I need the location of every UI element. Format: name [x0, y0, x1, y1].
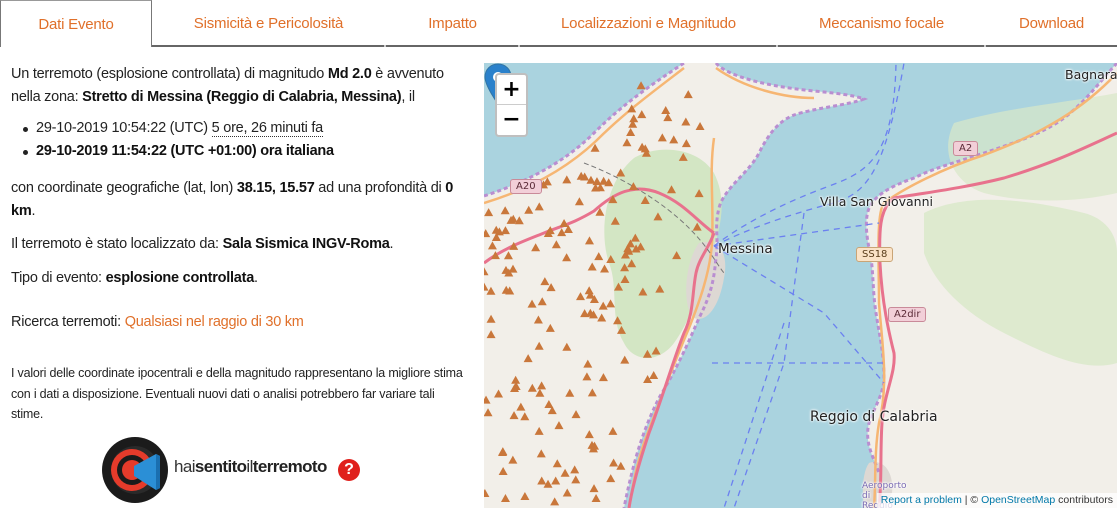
disclaimer-note: I valori delle coordinate ipocentrali e …: [11, 366, 463, 421]
road-shield-a20: A20: [510, 179, 542, 194]
search-label: Ricerca terremoti:: [11, 314, 125, 330]
event-summary: Un terremoto (esplosione controllata) di…: [11, 63, 466, 109]
tab-separator: [518, 45, 520, 47]
report-problem-link[interactable]: Report a problem: [881, 494, 962, 506]
map-tiles[interactable]: [484, 63, 1117, 508]
event-map[interactable]: + − Bagnara Villa San Giovanni Messina R…: [484, 63, 1117, 508]
event-type-paragraph: Tipo di evento: esplosione controllata.: [11, 267, 258, 290]
city-label-bagnara: Bagnara: [1065, 67, 1117, 82]
time-utc-item: 29-10-2019 10:54:22 (UTC) 5 ore, 26 minu…: [23, 117, 334, 140]
attribution-text: contributors: [1055, 494, 1113, 506]
road-shield-a2dir: A2dir: [888, 307, 927, 322]
city-label-villa-san-giovanni: Villa San Giovanni: [820, 194, 934, 209]
time-local: 29-10-2019 11:54:22 (UTC +01:00) ora ita…: [36, 143, 334, 159]
logo-word: terremoto: [252, 457, 328, 476]
coords-label: con coordinate geografiche (lat, lon): [11, 180, 237, 196]
city-label-reggio-calabria: Reggio di Calabria: [810, 409, 938, 425]
depth-label: ad una profondità di: [314, 180, 446, 196]
tab-impatto[interactable]: Impatto: [386, 0, 519, 47]
road-shield-a2: A2: [953, 141, 979, 156]
type-label: Tipo di evento:: [11, 270, 106, 286]
event-tabs: Dati Evento Sismicità e Pericolosità Imp…: [0, 0, 1117, 47]
punctuation: .: [389, 236, 394, 252]
tab-separator: [776, 45, 778, 47]
zoom-control: + −: [495, 73, 528, 137]
located-label: Il terremoto è stato localizzato da:: [11, 236, 223, 252]
tab-separator: [984, 45, 986, 47]
map-attribution: Report a problem | © OpenStreetMap contr…: [876, 493, 1117, 508]
target-megaphone-icon: [102, 437, 168, 503]
tab-separator: [384, 45, 386, 47]
punctuation: .: [31, 203, 36, 219]
attribution-separator: | ©: [961, 494, 982, 506]
question-icon: ?: [338, 459, 360, 481]
road-shield-ss18: SS18: [856, 247, 894, 262]
zoom-in-button[interactable]: +: [497, 75, 526, 105]
located-by-value: Sala Sismica INGV-Roma: [222, 236, 390, 252]
tab-download[interactable]: Download: [986, 0, 1117, 47]
logo-word: hai: [174, 457, 195, 476]
tab-dati-evento[interactable]: Dati Evento: [0, 0, 152, 47]
hai-sentito-il-terremoto-logo[interactable]: haisentitoilterremoto ?: [102, 436, 372, 504]
coordinates-paragraph: con coordinate geografiche (lat, lon) 38…: [11, 177, 466, 223]
punctuation: .: [254, 270, 258, 286]
zone-value: Stretto di Messina (Reggio di Calabria, …: [82, 89, 402, 105]
city-label-messina: Messina: [718, 241, 773, 257]
summary-text: Un terremoto (esplosione controllata) di…: [11, 66, 328, 82]
event-times: 29-10-2019 10:54:22 (UTC) 5 ore, 26 minu…: [23, 117, 334, 163]
coordinates-value: 38.15, 15.57: [236, 180, 315, 196]
summary-text: , il: [401, 89, 415, 105]
tab-sismicita-pericolosita[interactable]: Sismicità e Pericolosità: [152, 0, 385, 47]
time-ago: 5 ore, 26 minuti fa: [211, 120, 323, 137]
located-by-paragraph: Il terremoto è stato localizzato da: Sal…: [11, 233, 394, 256]
time-local-item: 29-10-2019 11:54:22 (UTC +01:00) ora ita…: [23, 140, 334, 163]
zoom-out-button[interactable]: −: [497, 105, 526, 135]
search-paragraph: Ricerca terremoti: Qualsiasi nel raggio …: [11, 311, 304, 334]
logo-word: sentito: [194, 457, 247, 476]
tab-meccanismo-focale[interactable]: Meccanismo focale: [778, 0, 985, 47]
search-radius-link[interactable]: Qualsiasi nel raggio di 30 km: [125, 314, 304, 330]
tab-localizzazioni-magnitudo[interactable]: Localizzazioni e Magnitudo: [520, 0, 777, 47]
time-utc: 29-10-2019 10:54:22 (UTC): [36, 120, 212, 136]
logo-text: haisentitoilterremoto: [174, 457, 327, 477]
magnitude-value: Md 2.0: [327, 66, 372, 82]
openstreetmap-link[interactable]: OpenStreetMap: [981, 494, 1055, 506]
event-type-value: esplosione controllata: [105, 270, 255, 286]
